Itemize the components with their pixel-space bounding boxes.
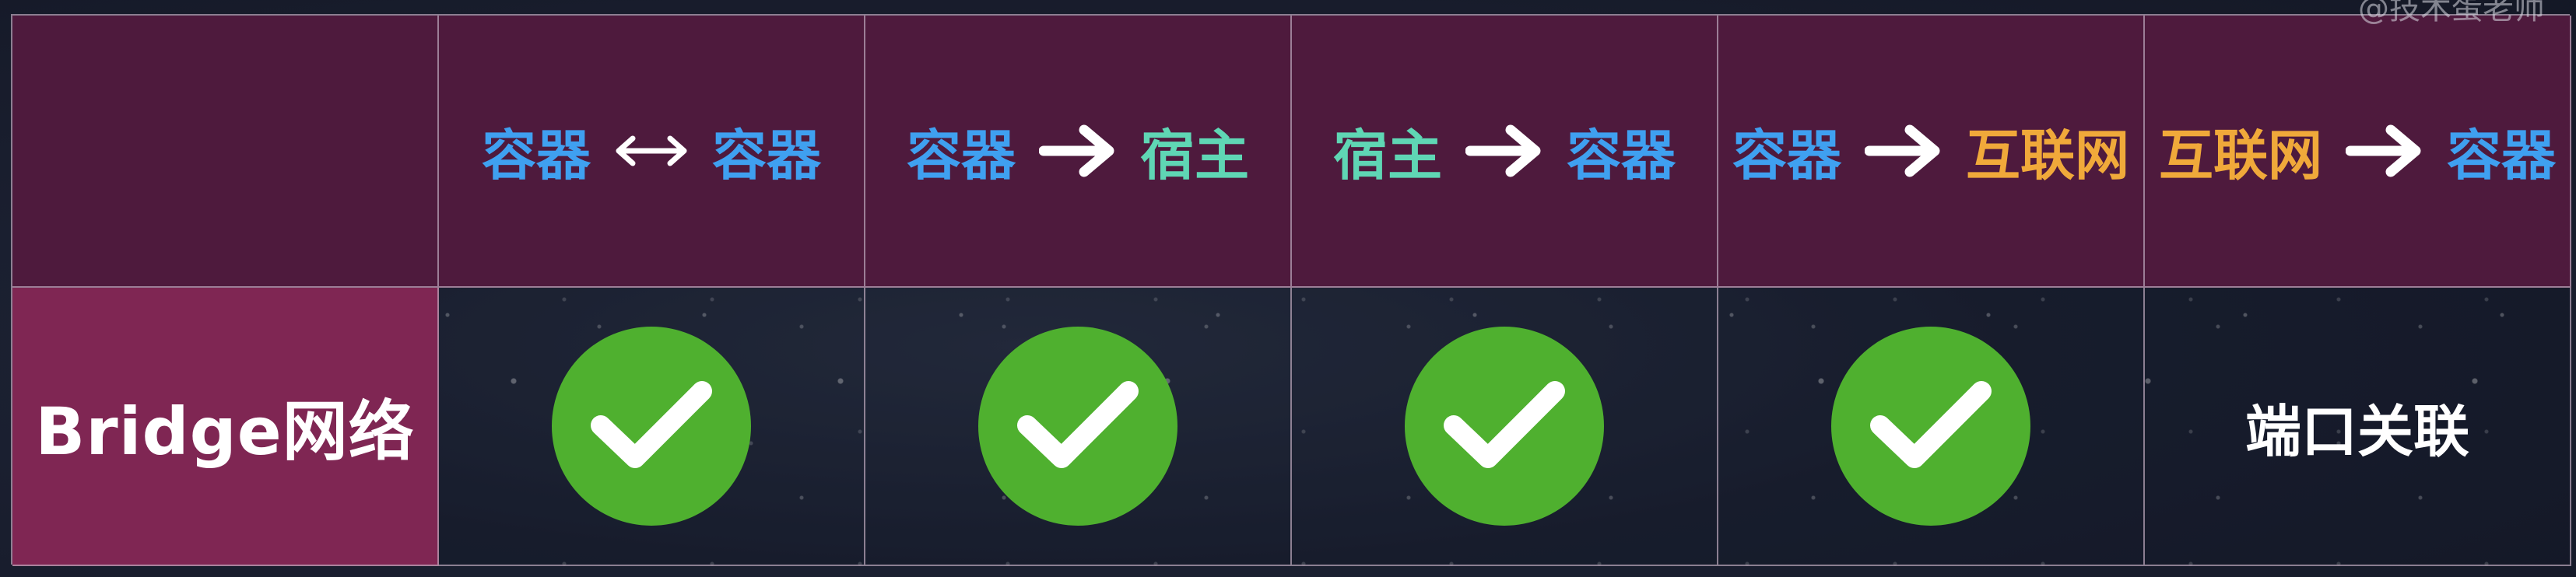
column-header-container-to-host: 容器 宿主 — [865, 16, 1292, 288]
watermark: @技术蛋老师 — [2358, 0, 2545, 26]
check-icon — [978, 327, 1177, 526]
result-cell — [865, 288, 1292, 566]
result-cell — [1292, 288, 1718, 566]
check-icon — [1405, 327, 1604, 526]
check-icon — [552, 327, 751, 526]
result-cell — [439, 288, 865, 566]
result-cell: 端口关联 — [2145, 288, 2571, 566]
header-from: 容器 — [482, 123, 591, 187]
right-arrow-icon — [2346, 124, 2423, 178]
result-cell — [1718, 288, 2145, 566]
header-from: 容器 — [1732, 123, 1841, 187]
header-to: 容器 — [712, 123, 821, 187]
column-header-container-to-internet: 容器 互联网 — [1718, 16, 2145, 288]
column-header-container-to-container: 容器 容器 — [439, 16, 865, 288]
double-arrow-icon — [614, 131, 689, 170]
header-to: 容器 — [2447, 123, 2556, 187]
port-mapping-text: 端口关联 — [2244, 398, 2469, 464]
header-to: 宿主 — [1140, 123, 1249, 187]
right-arrow-icon — [1465, 124, 1543, 178]
header-from: 互联网 — [2159, 123, 2322, 187]
network-comparison-table: 容器 容器 容器 宿主 宿主 容器 容器 互联网 互联网 容器 Bridge网络… — [11, 14, 2571, 566]
header-from: 宿主 — [1333, 123, 1442, 187]
right-arrow-icon — [1865, 124, 1943, 178]
row-label: Bridge网络 — [35, 393, 415, 470]
header-to: 互联网 — [1966, 123, 2129, 187]
row-header-bridge: Bridge网络 — [12, 288, 439, 566]
header-to: 容器 — [1567, 123, 1676, 187]
header-from: 容器 — [907, 123, 1016, 187]
column-header-internet-to-container: 互联网 容器 — [2145, 16, 2571, 288]
column-header-host-to-container: 宿主 容器 — [1292, 16, 1718, 288]
right-arrow-icon — [1039, 124, 1117, 178]
check-icon — [1831, 327, 2030, 526]
table-corner-cell — [12, 16, 439, 288]
